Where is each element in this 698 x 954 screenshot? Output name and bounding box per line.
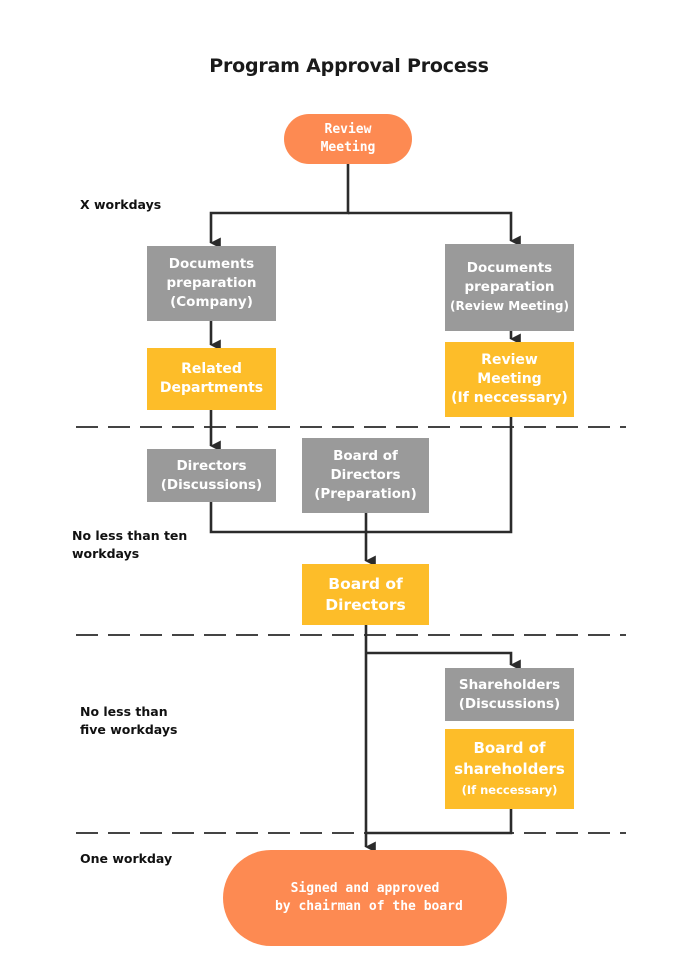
- edge-start-to-docs-company: [209, 164, 350, 249]
- node-text-line: (Preparation): [314, 486, 417, 502]
- node-documents-preparation-company[interactable]: Documents preparation (Company): [147, 246, 276, 321]
- node-review-meeting-optional[interactable]: Review Meeting (If neccessary): [445, 342, 574, 417]
- node-documents-preparation-review[interactable]: Documents preparation (Review Meeting): [445, 244, 574, 331]
- phase-label-x-workdays: X workdays: [80, 197, 162, 212]
- node-text-line: Review: [324, 122, 372, 137]
- node-text-line: Meeting: [320, 140, 376, 155]
- node-text-line: (Company): [170, 294, 253, 310]
- diagram-title: Program Approval Process: [209, 55, 489, 77]
- node-text-line: (If neccessary): [451, 390, 568, 406]
- node-review-meeting-start[interactable]: Review Meeting: [284, 114, 412, 164]
- phase-label-ten-workdays: No less than ten workdays: [72, 528, 188, 561]
- node-board-of-directors[interactable]: Board of Directors: [302, 564, 429, 625]
- node-text-line: Board of: [333, 448, 398, 464]
- node-text-line: Documents: [168, 256, 255, 272]
- node-text-line: Review: [481, 352, 538, 368]
- node-text-line: preparation: [464, 279, 555, 295]
- edge-start-to-docs-review: [348, 211, 521, 247]
- edge-board-shareholders-to-end: [366, 809, 513, 835]
- node-text-line: Departments: [159, 380, 264, 396]
- node-directors-discussions[interactable]: Directors (Discussions): [147, 449, 276, 502]
- node-text-line: Meeting: [477, 371, 542, 387]
- node-text-line: (Discussions): [458, 695, 561, 712]
- node-board-of-shareholders[interactable]: Board of shareholders (If neccessary): [445, 729, 574, 809]
- node-text-line: Board of: [473, 738, 546, 757]
- phase-label-one-workday: One workday: [80, 851, 173, 866]
- node-text-line: preparation: [166, 275, 257, 291]
- node-signed-and-approved-end[interactable]: Signed and approved by chairman of the b…: [223, 850, 507, 946]
- node-text-line: Signed and approved: [290, 881, 440, 896]
- node-shareholders-discussions[interactable]: Shareholders (Discussions): [445, 668, 574, 721]
- flowchart-canvas: Program Approval Process X workdays No l…: [0, 0, 698, 954]
- edge-board-to-shareholders: [366, 651, 521, 671]
- node-text-line: Board of: [328, 574, 403, 593]
- node-text-line: Related: [181, 361, 242, 377]
- node-text-line: (If neccessary): [461, 782, 558, 797]
- node-text-line: Documents: [466, 260, 553, 276]
- node-text-line: Shareholders: [458, 676, 561, 693]
- phase-label-five-workdays: No less than five workdays: [80, 704, 178, 737]
- node-text-line: (Review Meeting): [450, 299, 569, 313]
- node-related-departments[interactable]: Related Departments: [147, 348, 276, 410]
- node-text-line: by chairman of the board: [267, 899, 463, 914]
- node-text-line: Directors: [325, 595, 406, 614]
- node-text-line: Directors: [330, 467, 401, 483]
- node-text-line: shareholders: [454, 759, 565, 778]
- node-text-line: Directors: [176, 457, 247, 474]
- node-board-of-directors-preparation[interactable]: Board of Directors (Preparation): [302, 438, 429, 513]
- node-text-line: (Discussions): [160, 476, 263, 493]
